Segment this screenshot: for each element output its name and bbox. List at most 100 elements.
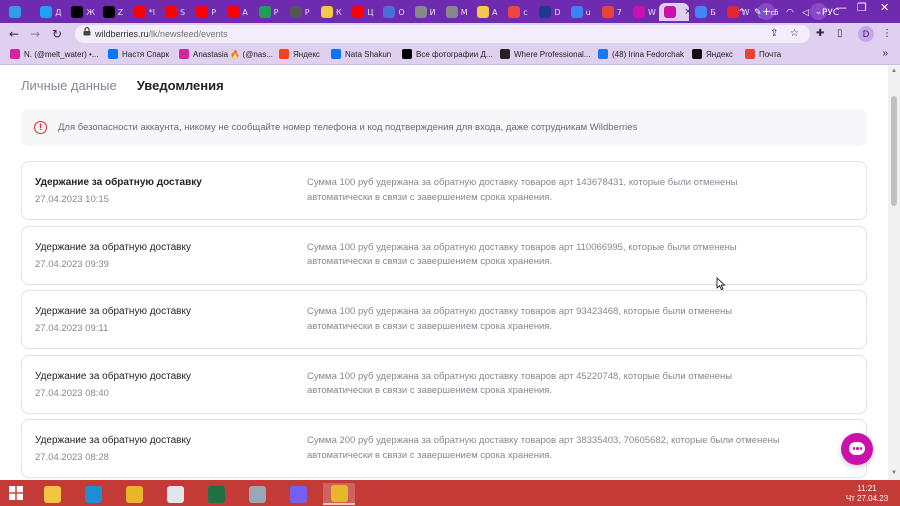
bookmark-item[interactable]: Anastasia 🔥 (@nas... [179,49,273,59]
browser-tab[interactable]: Z [98,3,128,21]
browser-tab[interactable]: P [191,3,221,21]
tab-label: P [211,7,217,17]
browser-tab[interactable]: A [222,3,252,21]
browser-tab[interactable]: М [441,3,471,21]
browser-tab[interactable]: A [472,3,502,21]
browser-tab[interactable] [4,3,34,21]
bookmark-item[interactable]: Nata Shakun [331,49,391,59]
bookmark-item[interactable]: Where Professional... [500,49,590,59]
browser-tab[interactable]: c [503,3,533,21]
forward-arrow-icon[interactable]: → [30,27,40,41]
browser-tab[interactable]: O [378,3,408,21]
browser-tab[interactable]: P [254,3,284,21]
taskbar-app[interactable] [282,483,314,505]
extensions-icon[interactable]: ✚ [816,28,824,39]
bookmarks-more-button[interactable]: » [882,48,888,59]
browser-tab[interactable]: К [316,3,346,21]
browser-tab[interactable]: Д [35,3,65,21]
bookmark-item[interactable]: Настя Спарк [108,49,169,59]
event-date: 27.04.2023 10:15 [35,194,109,205]
bookmark-item[interactable]: (48) Irina Fedorchak [598,49,684,59]
browser-tab[interactable]: 7 [597,3,627,21]
taskbar-app[interactable] [118,483,150,505]
event-card[interactable]: Удержание за обратную доставку 27.04.2023… [21,225,867,285]
event-date: 27.04.2023 08:28 [35,452,109,463]
tab-label: 7 [616,7,622,17]
bookmark-item[interactable]: N. (@melt_water) •... [10,49,99,59]
tab-label: P [273,7,279,17]
scrollbar-thumb[interactable] [891,96,897,206]
browser-tab[interactable]: S [160,3,190,21]
tab-favicon-icon [664,6,677,18]
scroll-up-icon[interactable]: ▲ [891,68,897,74]
event-text: Сумма 100 руб удержана за обратную доста… [307,306,733,332]
tab-notifications[interactable]: Уведомления [137,78,224,93]
windows-start-icon[interactable] [9,486,23,500]
browser-tab[interactable]: И [410,3,440,21]
browser-tab[interactable]: *l [129,3,159,21]
side-panel-icon[interactable]: ▯ [837,28,843,39]
volume-icon[interactable]: ◁ [802,8,809,18]
browser-tab[interactable]: × [659,3,692,21]
tab-label: И [429,7,436,17]
browser-tab[interactable]: u [566,3,596,21]
bookmark-item[interactable]: Яндекс [279,49,320,59]
browser-tab[interactable]: W [722,3,752,21]
tab-favicon-icon [102,6,115,18]
event-text: Сумма 100 руб удержана за обратную доста… [307,177,738,203]
browser-tab[interactable]: Ж [66,3,96,21]
bookmark-favicon-icon [331,49,341,59]
browser-tab[interactable]: Ц [347,3,377,21]
event-card[interactable]: Удержание за обратную доставку 27.04.2023… [21,290,867,349]
chat-button[interactable] [841,433,873,465]
system-clock[interactable]: 11:21 Чт 27.04.23 [845,484,889,504]
taskbar-app[interactable] [77,483,109,505]
tab-favicon-icon [383,6,396,18]
reload-icon[interactable]: ↻ [52,27,62,41]
browser-tab[interactable]: D [534,3,564,21]
wifi-icon[interactable]: ◠ [786,8,794,18]
close-window-button[interactable]: ✕ [880,1,889,14]
tab-personal-data[interactable]: Личные данные [21,78,117,93]
maximize-button[interactable]: ❐ [857,1,867,14]
bookmark-item[interactable]: Яндекс [692,49,733,59]
event-card[interactable]: Удержание за обратную доставку 27.04.2023… [21,161,867,220]
taskbar-app[interactable] [36,483,68,505]
tray-expand-icon[interactable]: ^ [738,8,746,18]
bookmark-item[interactable]: Все фотографии Д... [402,49,493,59]
bookmark-label: Яндекс [293,49,320,59]
browser-tab[interactable]: Б [690,3,720,21]
event-card[interactable]: Удержание за обратную доставку 27.04.2023… [21,419,867,478]
browser-tab[interactable]: W [628,3,658,21]
bookmark-item[interactable]: Почта [745,49,781,59]
security-alert-text: Для безопасности аккаунта, никому не соо… [58,122,638,133]
url-text[interactable]: wildberries.ru/lk/newsfeed/events [95,29,228,39]
language-indicator[interactable]: РУС [822,8,839,18]
event-card[interactable]: Удержание за обратную доставку 27.04.2023… [21,354,867,414]
pen-icon[interactable]: ✎ [754,8,762,18]
bookmark-favicon-icon [598,49,608,59]
browser-tab[interactable]: P [285,3,315,21]
windows-taskbar [0,480,900,506]
lock-icon[interactable] [83,27,91,36]
bookmark-label: N. (@melt_water) •... [24,49,99,59]
menu-kebab-icon[interactable]: ⋮ [882,28,892,39]
taskbar-app[interactable] [241,483,273,505]
bookmark-star-icon[interactable]: ☆ [790,28,799,39]
network-icon[interactable]: ▭ [770,8,779,18]
tab-favicon-icon [289,6,302,18]
taskbar-app[interactable] [200,483,232,505]
tab-favicon-icon [601,6,614,18]
tab-favicon-icon [695,6,708,18]
back-arrow-icon[interactable]: ← [9,27,19,41]
tab-favicon-icon [508,6,521,18]
profile-avatar[interactable]: D [858,26,874,42]
scroll-down-icon[interactable]: ▼ [891,470,897,476]
taskbar-app[interactable] [159,483,191,505]
page-scrollbar[interactable]: ▲ ▼ [888,66,900,480]
tab-label: A [492,7,498,17]
tab-favicon-icon [196,6,209,18]
share-icon[interactable]: ⇪ [770,28,778,39]
tab-favicon-icon [539,6,552,18]
taskbar-app[interactable] [323,483,355,505]
